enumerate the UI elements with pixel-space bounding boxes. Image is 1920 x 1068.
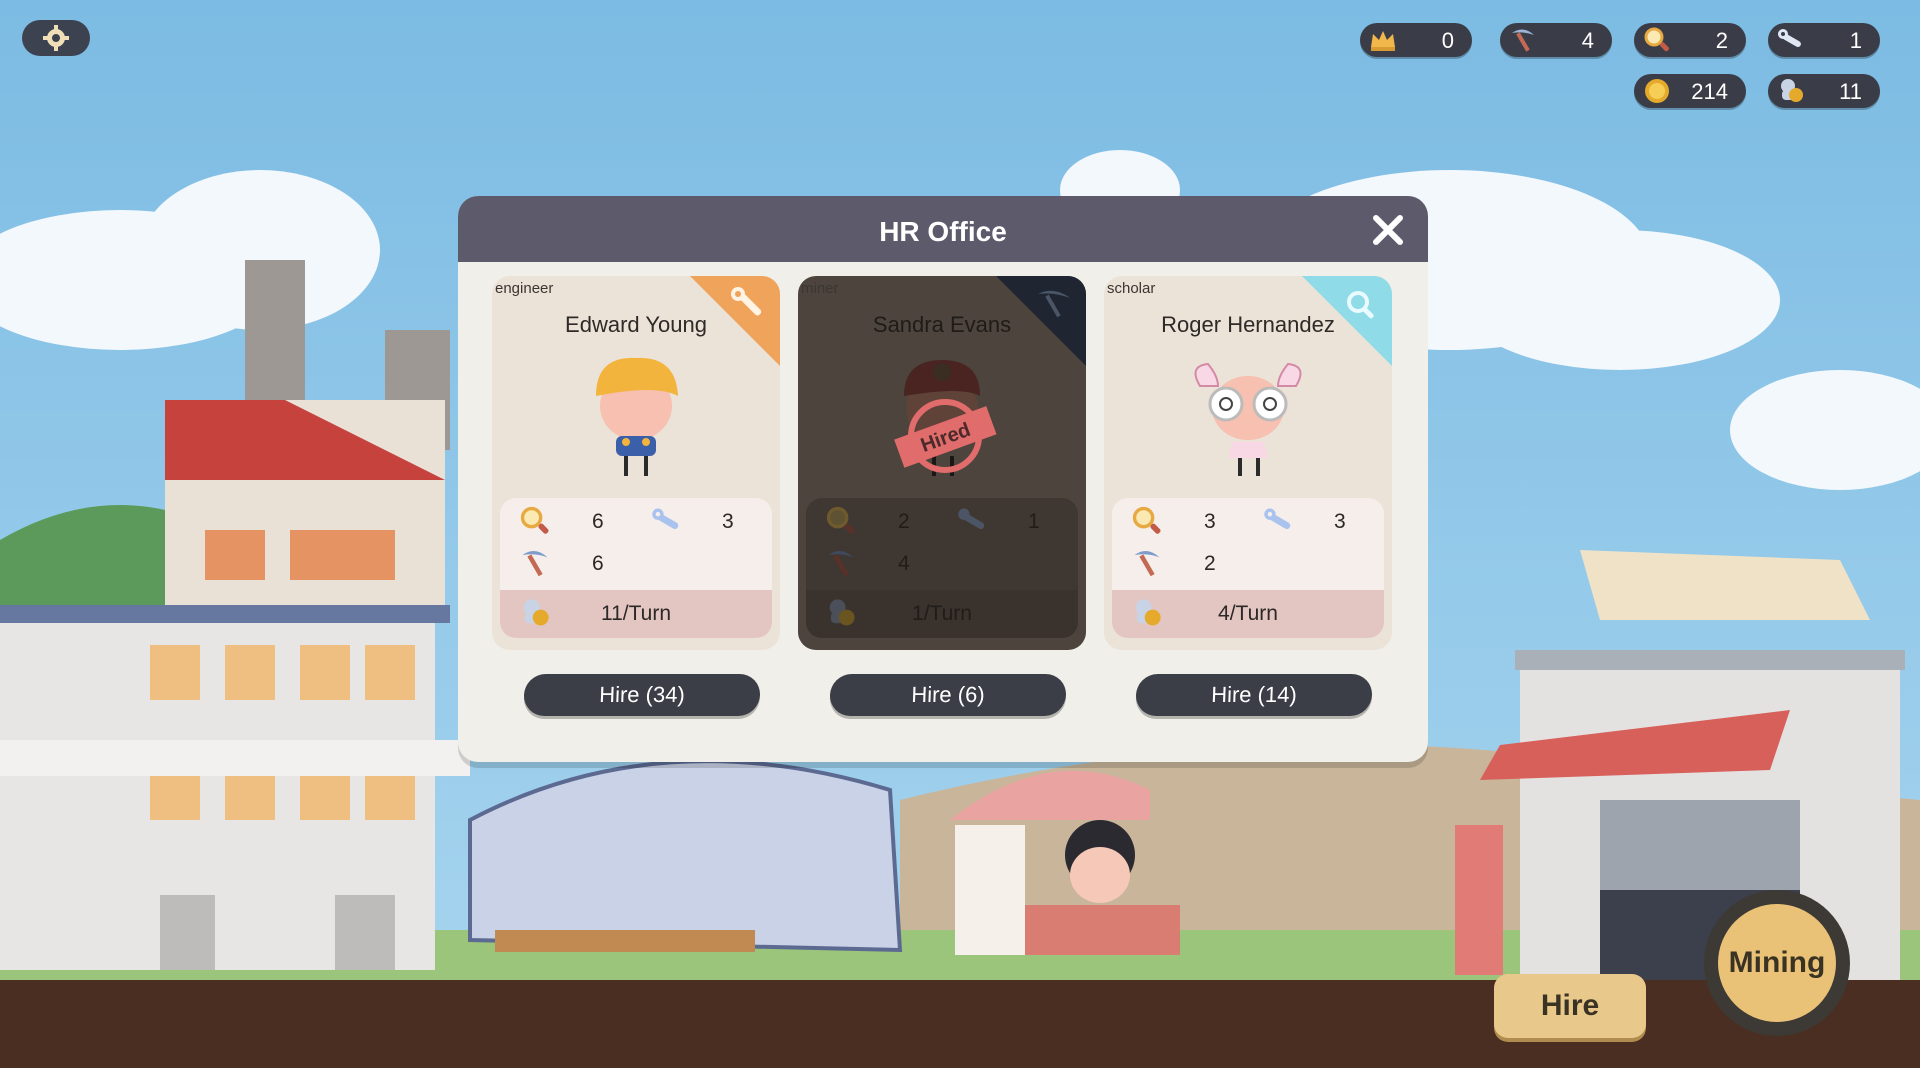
mining-button-label: Mining [1718,904,1836,1022]
coin-icon [1645,79,1669,103]
workers-pay-value: 11 [1839,79,1862,104]
wrench-icon [958,508,985,529]
candidate-stats: 2 1 4 1/Turn [806,498,1078,638]
pickaxe-icon [1134,551,1160,577]
dialog-title: HR Office [879,216,1007,247]
hire-button-scholar[interactable]: Hire (14) [1135,674,1373,716]
stat-engineering: 3 [722,510,734,533]
magnifier-icon [826,506,855,534]
magnifier-icon [1644,27,1669,52]
salary-value: 11/Turn [600,602,672,625]
candidate-role: engineer [495,280,554,297]
pickaxes-value: 4 [1581,28,1594,53]
worker-coin-icon [1781,79,1803,102]
wrench-icon [1778,29,1801,47]
candidate-role: scholar [1107,280,1156,297]
magnifiers-counter: 2 [1634,23,1746,57]
coins-value: 214 [1691,79,1728,104]
pickaxe-icon [828,551,854,577]
candidate-stats: 6 3 6 11/Turn [500,498,772,638]
hired-stamp: Hired [894,399,997,473]
hire-menu-button[interactable]: Hire [1494,974,1646,1038]
candidate-card-miner: miner Sandra Evans Hired 2 1 4 1/Turn [798,276,1086,650]
magnifier-icon [1132,506,1161,534]
candidate-card-scholar[interactable]: scholar Roger Hernandez 3 3 2 4/Turn [1104,276,1392,650]
pickaxes-counter: 4 [1500,23,1612,57]
hr-office-dialog: HR Office engineer Edward Young 6 3 6 11… [458,196,1428,762]
engineer-portrait [596,357,678,476]
scholar-portrait [1194,362,1302,476]
salary-value: 4/Turn [1218,602,1278,625]
hire-button-engineer[interactable]: Hire (34) [523,674,761,716]
wrenches-value: 1 [1849,28,1862,53]
pickaxe-icon [522,551,548,577]
pickaxe-icon [1512,29,1534,52]
gear-icon [43,25,69,51]
candidate-stats: 3 3 2 4/Turn [1112,498,1384,638]
stat-mining: 2 [1204,552,1216,575]
crowns-counter: 0 [1360,23,1472,57]
stat-research: 6 [592,510,604,533]
magnifier-icon [520,506,549,534]
stat-engineering: 3 [1334,510,1346,533]
stat-engineering: 1 [1028,510,1040,533]
dialog-header: HR Office [458,196,1428,262]
workers-pay-counter: 11 [1768,74,1880,108]
crown-icon [1371,31,1395,51]
mining-button[interactable]: Mining [1704,890,1850,1036]
wrenches-counter: 1 [1768,23,1880,57]
wrench-icon [1264,508,1291,529]
settings-button[interactable] [22,20,90,56]
stat-research: 2 [898,510,910,533]
salary-value: 1/Turn [912,602,972,625]
crowns-value: 0 [1441,28,1454,53]
coins-counter: 214 [1634,74,1746,108]
stat-research: 3 [1204,510,1216,533]
stat-mining: 6 [592,552,604,575]
stat-mining: 4 [898,552,910,575]
close-icon[interactable] [1368,210,1408,250]
candidate-role: miner [801,280,839,297]
hire-button-miner[interactable]: Hire (6) [829,674,1067,716]
wrench-icon [652,508,679,529]
magnifiers-value: 2 [1715,28,1728,53]
candidate-card-engineer[interactable]: engineer Edward Young 6 3 6 11/Turn [492,276,780,650]
